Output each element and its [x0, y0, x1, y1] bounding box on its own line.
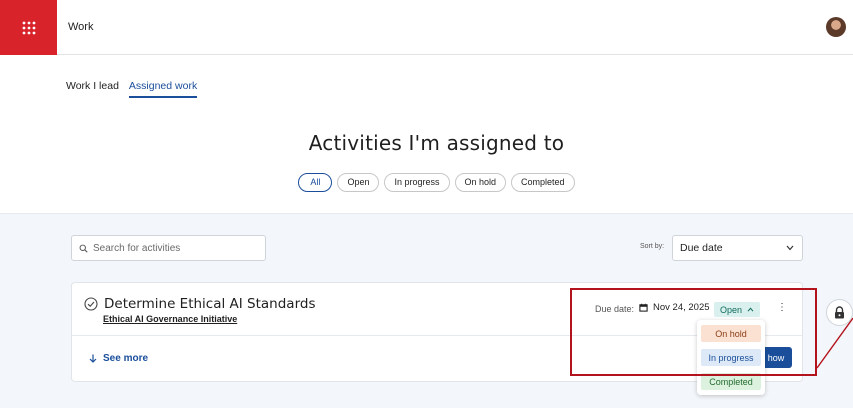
status-option-completed[interactable]: Completed [701, 373, 761, 390]
due-date-value[interactable]: Nov 24, 2025 [639, 302, 710, 313]
status-dropdown-button[interactable]: Open [714, 302, 761, 317]
activity-title[interactable]: Determine Ethical AI Standards [104, 296, 316, 312]
chevron-up-icon [747, 307, 754, 312]
page-title: Activities I'm assigned to [308, 131, 565, 155]
user-avatar[interactable] [826, 17, 846, 37]
chevron-down-icon [786, 245, 794, 251]
status-menu: On hold In progress Completed [697, 320, 765, 395]
due-date-label: Due date: [595, 304, 635, 314]
filter-chip-all[interactable]: All [298, 173, 333, 192]
card-divider [72, 335, 802, 336]
search-icon [79, 244, 88, 253]
arrow-down-icon [89, 354, 97, 363]
sort-label: Sort by: [640, 243, 665, 250]
activity-card: Determine Ethical AI Standards Ethical A… [71, 282, 803, 382]
status-filter-chips: All Open In progress On hold Completed [0, 173, 853, 192]
status-option-in-progress[interactable]: In progress [701, 349, 761, 366]
sort-value: Due date [680, 242, 723, 254]
card-title-row: Determine Ethical AI Standards [84, 296, 316, 312]
search-input[interactable] [93, 242, 253, 254]
initiative-link[interactable]: Ethical AI Governance Initiative [103, 314, 237, 324]
lock-button[interactable] [826, 299, 853, 326]
app-title: Work [68, 21, 94, 33]
due-date-text: Nov 24, 2025 [653, 302, 710, 313]
tab-assigned-work[interactable]: Assigned work [128, 80, 198, 98]
lock-icon [835, 306, 844, 319]
calendar-icon [639, 303, 648, 312]
search-box[interactable] [71, 235, 266, 261]
sort-select[interactable]: Due date [672, 235, 803, 261]
more-options-icon[interactable]: ⋮ [777, 303, 787, 313]
filter-chip-on-hold[interactable]: On hold [454, 173, 507, 192]
filter-chip-completed[interactable]: Completed [511, 173, 575, 192]
see-more-button[interactable]: See more [89, 353, 148, 364]
status-value: Open [720, 304, 743, 315]
work-tabs: Work I lead Assigned work [66, 80, 198, 98]
app-launcher-button[interactable] [0, 0, 57, 55]
status-option-on-hold[interactable]: On hold [701, 325, 761, 342]
tab-work-i-lead[interactable]: Work I lead [66, 80, 119, 98]
check-circle-icon[interactable] [84, 297, 98, 311]
filter-chip-open[interactable]: Open [337, 173, 380, 192]
see-more-label: See more [103, 353, 149, 364]
grid-icon [22, 21, 35, 34]
top-bar: Work [0, 0, 853, 55]
filter-chip-in-progress[interactable]: In progress [384, 173, 450, 192]
